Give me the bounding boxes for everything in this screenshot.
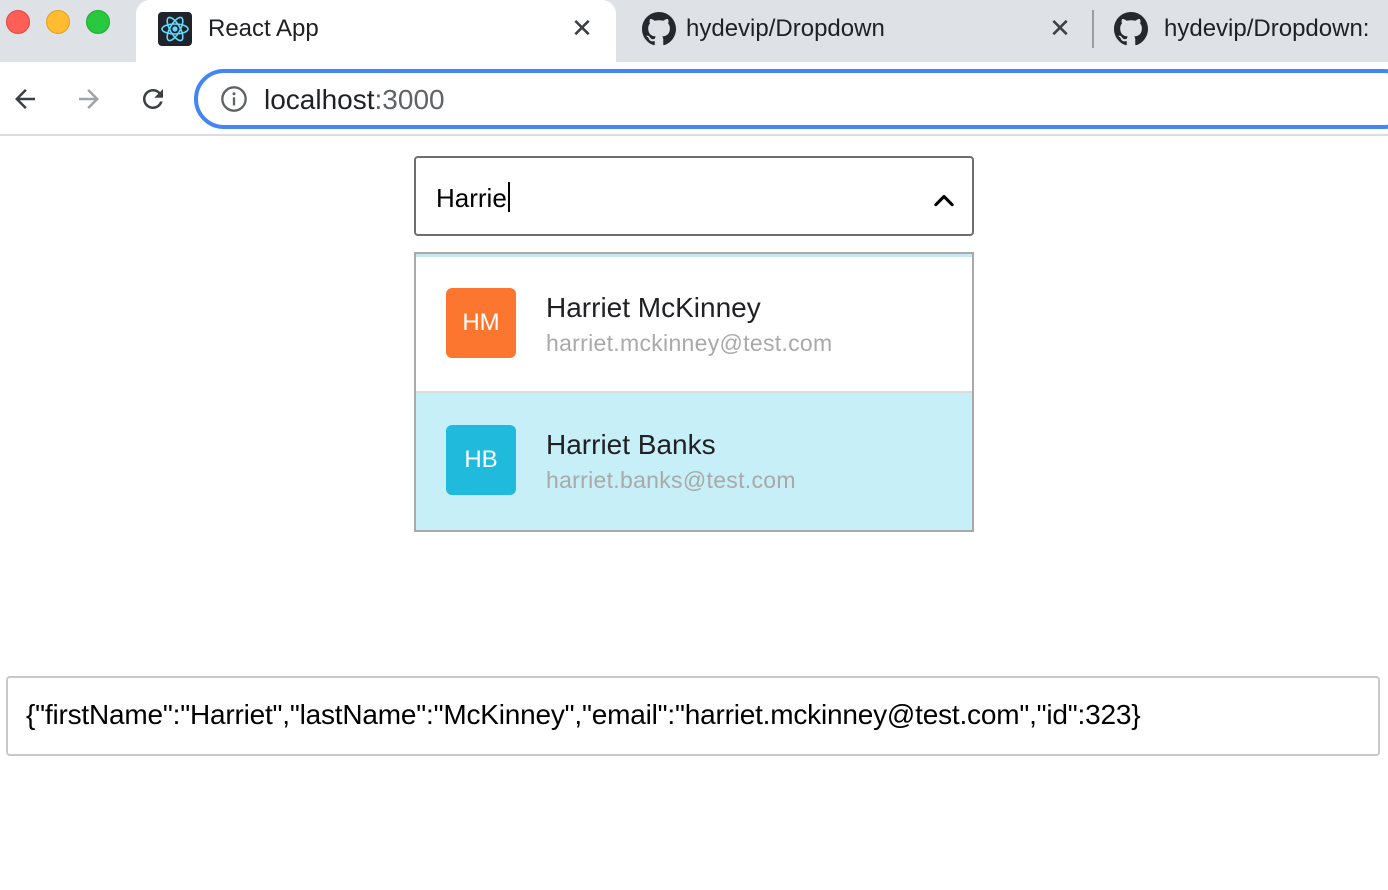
url-port: :3000	[374, 84, 445, 115]
browser-toolbar: localhost:3000	[0, 62, 1388, 136]
forward-button[interactable]	[66, 76, 112, 122]
dropdown-search-input[interactable]: Harrie	[414, 156, 974, 236]
close-window-button[interactable]	[6, 10, 30, 34]
address-bar[interactable]: localhost:3000	[194, 69, 1388, 129]
github-icon	[642, 12, 676, 46]
selected-json-text: {"firstName":"Harriet","lastName":"McKin…	[26, 699, 1141, 730]
tab-divider	[1092, 10, 1094, 48]
tab-title: hydevip/Dropdown	[686, 15, 885, 42]
arrow-right-icon	[79, 89, 99, 109]
option-name: Harriet McKinney	[546, 292, 761, 323]
dropdown-input-value: Harrie	[436, 182, 510, 214]
minimize-window-button[interactable]	[46, 10, 70, 34]
reload-button[interactable]	[130, 76, 176, 122]
github-icon	[1114, 12, 1148, 46]
option-email: harriet.mckinney@test.com	[546, 330, 833, 356]
tab-strip: React App ✕ hydevip/Dropdown ✕ hydevip/D…	[0, 0, 1388, 62]
maximize-window-button[interactable]	[86, 10, 110, 34]
text-caret	[507, 182, 510, 212]
chevron-up-icon[interactable]	[930, 186, 958, 214]
input-text: Harrie	[436, 183, 507, 213]
info-icon[interactable]	[220, 85, 248, 113]
tab-close-icon[interactable]: ✕	[568, 13, 596, 43]
dropdown-option-highlighted[interactable]: HB Harriet Banks harriet.banks@test.com	[416, 393, 972, 530]
option-email: harriet.banks@test.com	[546, 467, 796, 493]
avatar: HM	[446, 288, 516, 358]
reload-icon	[143, 89, 163, 109]
url-host: localhost	[264, 84, 375, 115]
dropdown-menu: HM Harriet McKinney harriet.mckinney@tes…	[414, 252, 974, 532]
selected-value-output[interactable]: {"firstName":"Harriet","lastName":"McKin…	[6, 676, 1380, 756]
tab-title: React App	[208, 15, 319, 42]
tab-close-icon[interactable]: ✕	[1046, 13, 1074, 43]
dropdown-option[interactable]: HM Harriet McKinney harriet.mckinney@tes…	[416, 256, 972, 394]
arrow-left-icon	[15, 89, 35, 109]
tab-title: hydevip/Dropdown:	[1164, 15, 1370, 42]
tab-react-app[interactable]: React App ✕	[136, 0, 616, 62]
option-name: Harriet Banks	[546, 429, 716, 460]
avatar: HB	[446, 425, 516, 495]
tab-github-dropdown[interactable]: hydevip/Dropdown ✕	[620, 0, 1090, 62]
back-button[interactable]	[2, 76, 48, 122]
url-text: localhost:3000	[264, 84, 445, 116]
react-icon	[158, 12, 192, 46]
tab-github-dropdown-2[interactable]: hydevip/Dropdown:	[1100, 0, 1388, 62]
